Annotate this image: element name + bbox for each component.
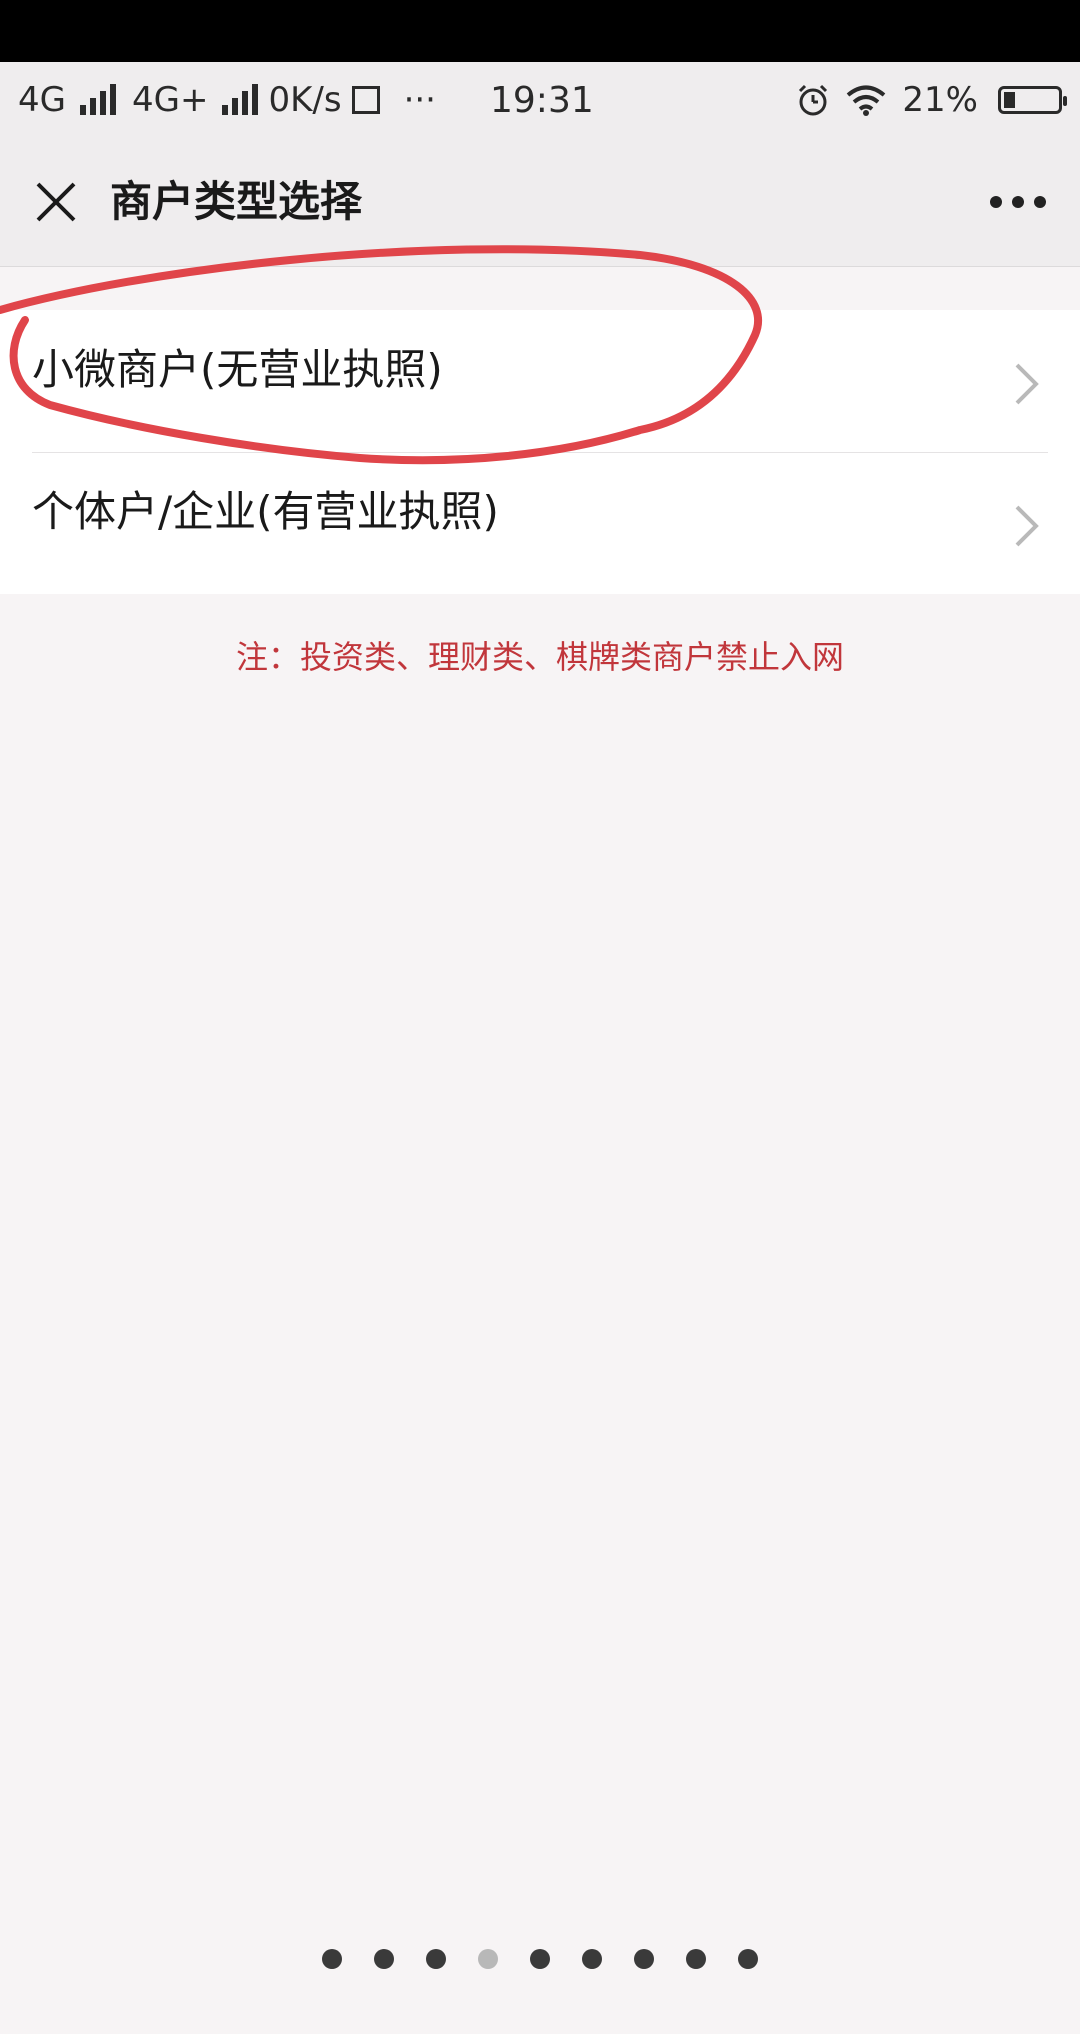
- battery-percent: 21%: [902, 80, 978, 120]
- status-bar: 4G 4G+ 0K/s ··· 19:31 21%: [0, 62, 1080, 138]
- alarm-icon: [799, 84, 828, 116]
- more-icon[interactable]: [990, 192, 1046, 212]
- chevron-right-icon: [1015, 505, 1039, 547]
- page-dot[interactable]: [426, 1949, 446, 1969]
- page-dot[interactable]: [634, 1949, 654, 1969]
- page-dot[interactable]: [322, 1949, 342, 1969]
- merchant-type-list: 小微商户(无营业执照) 个体户/企业(有营业执照): [0, 310, 1080, 594]
- page-title: 商户类型选择: [110, 177, 363, 226]
- option-label: 小微商户(无营业执照): [32, 345, 443, 394]
- status-more: ···: [403, 80, 436, 120]
- network-type-2: 4G+: [131, 80, 209, 120]
- battery-icon: [998, 86, 1067, 114]
- signal-icon: [222, 84, 259, 115]
- page-dot-active[interactable]: [478, 1949, 498, 1969]
- option-individual-enterprise[interactable]: 个体户/企业(有营业执照): [0, 452, 1080, 594]
- page-dot[interactable]: [738, 1949, 758, 1969]
- option-label: 个体户/企业(有营业执照): [32, 487, 499, 536]
- close-icon[interactable]: [34, 180, 78, 224]
- wifi-icon: [847, 85, 886, 116]
- page-dot[interactable]: [374, 1949, 394, 1969]
- notice-text: 注：投资类、理财类、棋牌类商户禁止入网: [235, 638, 844, 676]
- top-edge: [0, 0, 1080, 62]
- pagination-dots: [0, 1944, 1080, 1974]
- page-dot[interactable]: [686, 1949, 706, 1969]
- network-type-1: 4G: [18, 80, 66, 120]
- page-dot[interactable]: [530, 1949, 550, 1969]
- page-dot[interactable]: [582, 1949, 602, 1969]
- navigation-bar: 商户类型选择: [0, 138, 1080, 267]
- option-small-micro-merchant[interactable]: 小微商户(无营业执照): [0, 310, 1080, 453]
- clock: 19:31: [490, 79, 594, 121]
- signal-icon: [79, 84, 116, 115]
- network-speed: 0K/s: [268, 80, 342, 120]
- screen-icon: [351, 86, 380, 114]
- chevron-right-icon: [1015, 363, 1039, 405]
